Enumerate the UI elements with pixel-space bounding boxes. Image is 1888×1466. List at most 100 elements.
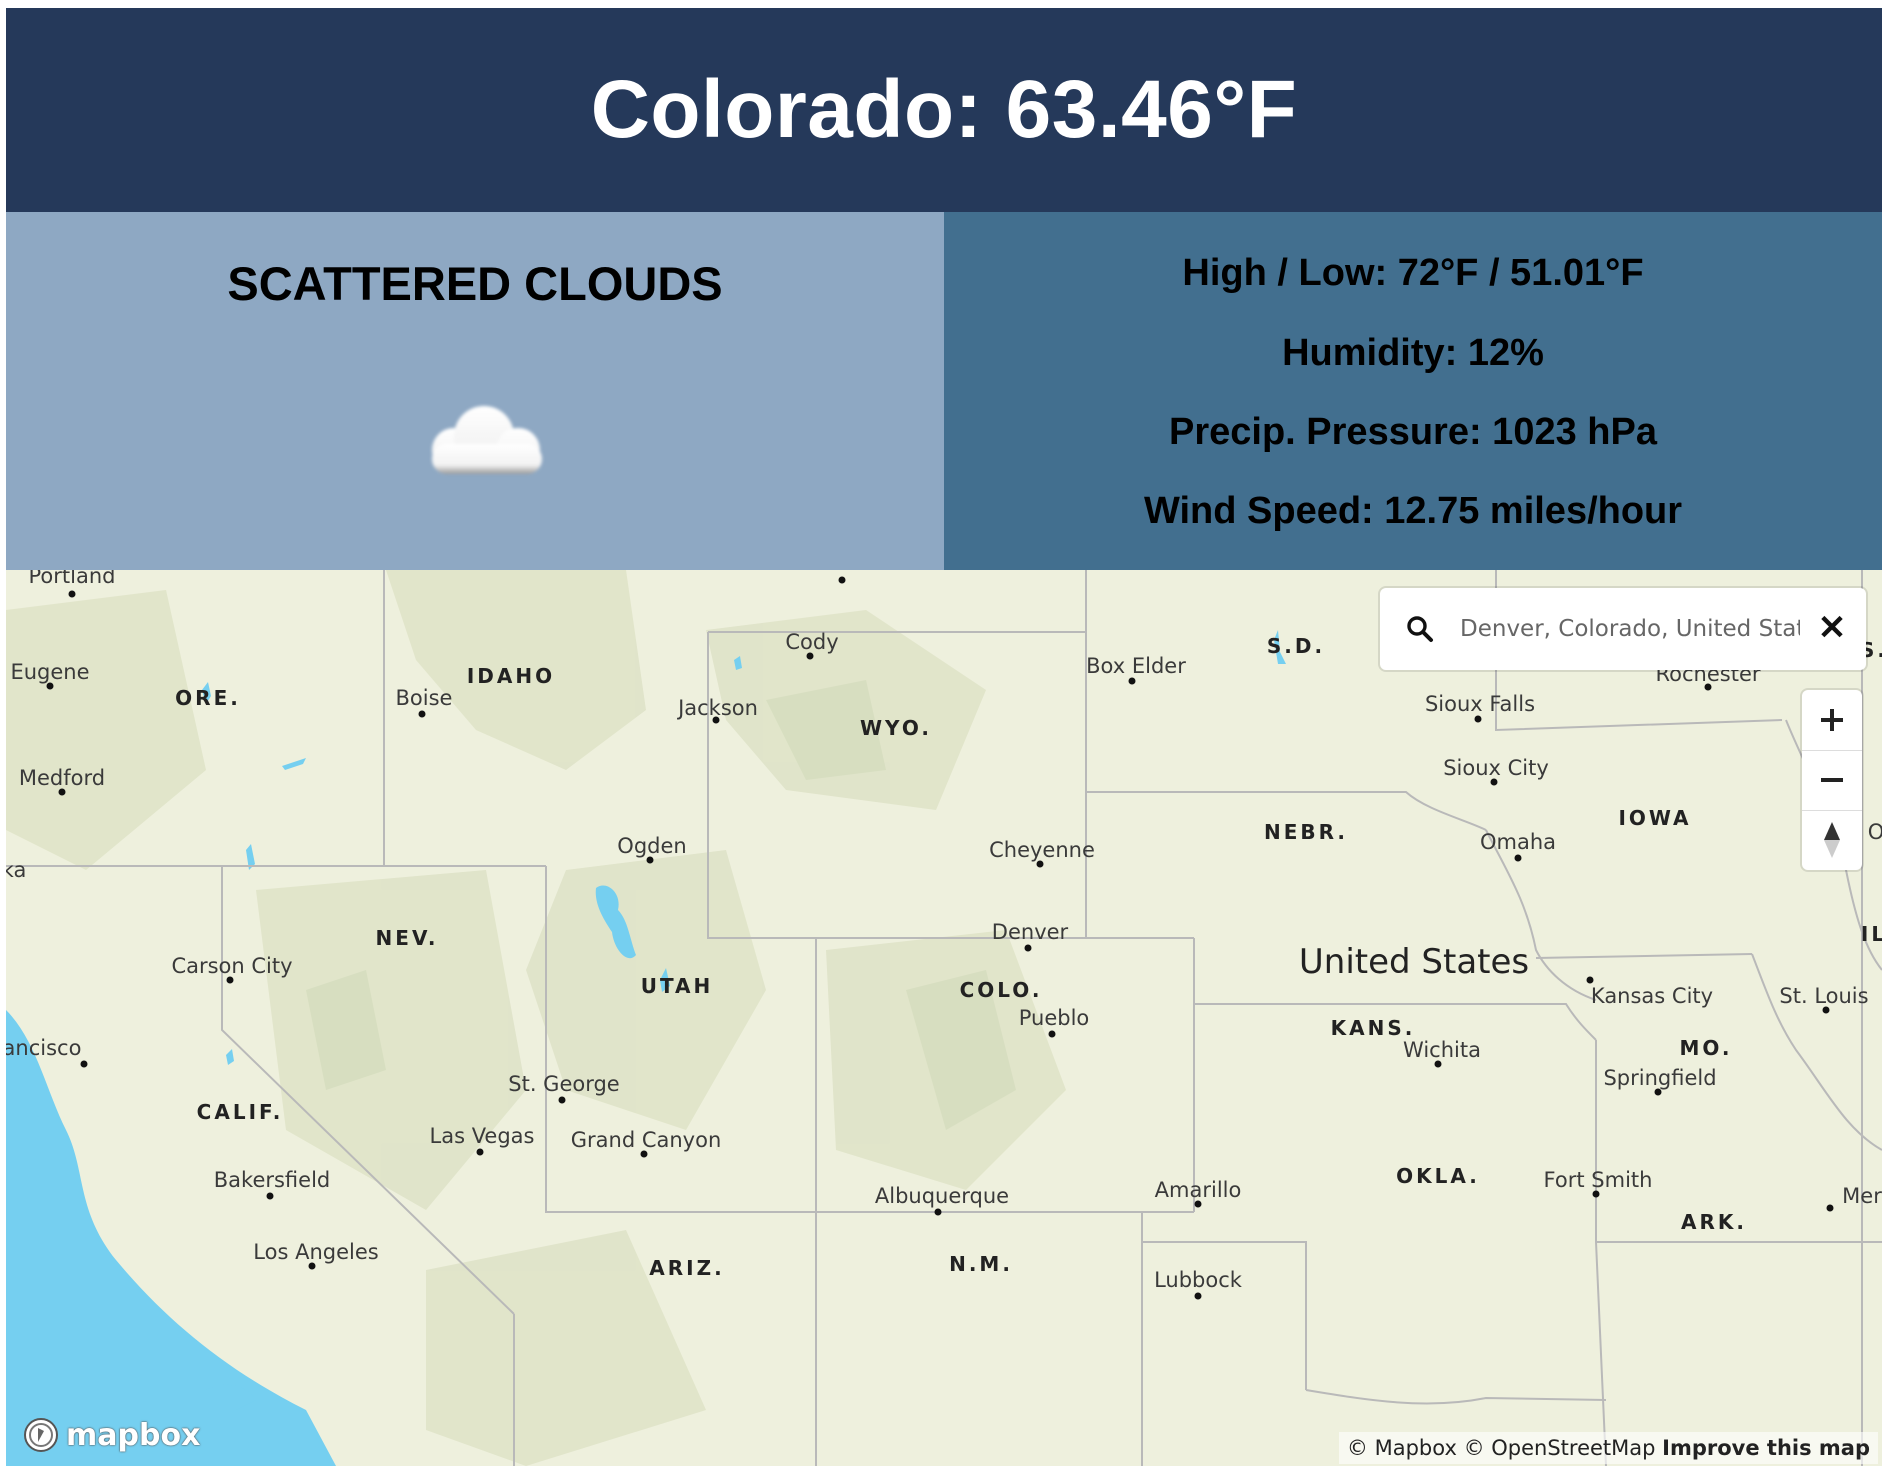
city-dot bbox=[308, 1262, 316, 1270]
city-label: Medford bbox=[18, 766, 106, 790]
city-dot bbox=[1490, 778, 1498, 786]
cloud-icon bbox=[410, 398, 554, 482]
city-dot bbox=[838, 576, 846, 584]
city-label: Wichita bbox=[1403, 1038, 1481, 1062]
city-dot bbox=[46, 682, 54, 690]
city-dot bbox=[476, 1148, 484, 1156]
city-dot bbox=[1048, 1030, 1056, 1038]
city-label: Cheyenne bbox=[989, 838, 1095, 862]
zoom-out-button[interactable] bbox=[1802, 750, 1862, 810]
city-label: Box Elder bbox=[1086, 654, 1186, 678]
state-label: IOWA bbox=[1618, 806, 1692, 830]
humidity-stat: Humidity: 12% bbox=[1282, 332, 1544, 374]
city-label: Denver bbox=[991, 920, 1069, 944]
city-dot bbox=[1514, 854, 1522, 862]
map-attribution: © Mapbox © OpenStreetMap Improve this ma… bbox=[1338, 1432, 1878, 1464]
wind-speed-stat: Wind Speed: 12.75 miles/hour bbox=[1143, 490, 1683, 532]
high-low-stat: High / Low: 72°F / 51.01°F bbox=[1182, 252, 1644, 294]
city-label: Boise bbox=[395, 686, 453, 710]
state-label: ARIZ. bbox=[649, 1256, 725, 1280]
city-dot bbox=[1474, 715, 1482, 723]
city-label: St. George bbox=[508, 1072, 620, 1096]
state-label: WYO. bbox=[860, 716, 932, 740]
city-dot bbox=[646, 856, 654, 864]
mapbox-attribution-link[interactable]: © Mapbox bbox=[1347, 1436, 1457, 1460]
city-label: St. Louis bbox=[1779, 984, 1869, 1008]
city-label: Sioux Falls bbox=[1424, 692, 1536, 716]
city-dot bbox=[1592, 1190, 1600, 1198]
city-dot bbox=[1036, 860, 1044, 868]
city-dot bbox=[712, 716, 720, 724]
zoom-in-button[interactable] bbox=[1802, 690, 1862, 750]
city-label: Mer bbox=[1842, 1184, 1882, 1208]
city-label: Bakersfield bbox=[213, 1168, 331, 1192]
city-dot bbox=[1194, 1200, 1202, 1208]
city-label: Los Angeles bbox=[253, 1240, 379, 1264]
state-label: CALIF. bbox=[196, 1100, 284, 1124]
city-label: ka bbox=[6, 858, 27, 882]
osm-attribution-link[interactable]: © OpenStreetMap bbox=[1464, 1436, 1656, 1460]
city-dot bbox=[1586, 976, 1594, 984]
city-label: Eugene bbox=[10, 660, 90, 684]
city-label: Kansas City bbox=[1590, 984, 1714, 1008]
state-label: ORE. bbox=[175, 686, 241, 710]
state-label: KANS. bbox=[1330, 1016, 1416, 1040]
city-label: Albuquerque bbox=[874, 1184, 1010, 1208]
city-label: Cody bbox=[785, 630, 839, 654]
city-label: Lubbock bbox=[1154, 1268, 1242, 1292]
state-label: COLO. bbox=[959, 978, 1043, 1002]
city-dot bbox=[1024, 944, 1032, 952]
mapbox-logo[interactable]: mapbox bbox=[22, 1414, 200, 1456]
city-label: O bbox=[1867, 820, 1882, 844]
city-dot bbox=[1128, 677, 1136, 685]
city-dot bbox=[1822, 1006, 1830, 1014]
city-label: Ogden bbox=[617, 834, 687, 858]
state-label: IDAHO bbox=[466, 664, 556, 688]
city-dot bbox=[1654, 1088, 1662, 1096]
state-label: N.M. bbox=[949, 1252, 1013, 1276]
pressure-stat: Precip. Pressure: 1023 hPa bbox=[1169, 411, 1657, 453]
compass-icon bbox=[1824, 822, 1840, 858]
search-icon bbox=[1404, 613, 1436, 645]
mapbox-logo-icon bbox=[24, 1418, 58, 1452]
city-dot bbox=[68, 590, 76, 598]
compass-button[interactable] bbox=[1802, 810, 1862, 870]
geocoder-search: ✕ bbox=[1380, 588, 1866, 670]
state-label: UTAH bbox=[640, 974, 714, 998]
city-dot bbox=[1194, 1292, 1202, 1300]
city-label: Portland bbox=[28, 570, 116, 588]
city-label: ancisco bbox=[6, 1036, 82, 1060]
city-label: Omaha bbox=[1479, 830, 1557, 854]
city-label: Sioux City bbox=[1443, 756, 1549, 780]
city-label: Grand Canyon bbox=[570, 1128, 722, 1152]
weather-description: SCATTERED CLOUDS bbox=[227, 257, 723, 310]
state-label: S.D. bbox=[1266, 634, 1326, 658]
stats-panel: High / Low: 72°F / 51.01°F Humidity: 12%… bbox=[944, 212, 1882, 570]
city-dot bbox=[266, 1192, 274, 1200]
weather-app: Colorado: 63.46°F SCATTERED CLOUDS High … bbox=[6, 8, 1882, 1466]
search-input[interactable] bbox=[1460, 610, 1800, 648]
map-basemap bbox=[6, 570, 1882, 1466]
navigation-control bbox=[1802, 690, 1862, 870]
city-label: Fort Smith bbox=[1543, 1168, 1653, 1192]
map[interactable]: United States IDAHO ORE. WYO. S.D. NEBR.… bbox=[6, 570, 1882, 1466]
city-dot bbox=[58, 788, 66, 796]
city-label: Amarillo bbox=[1154, 1178, 1242, 1202]
city-dot bbox=[1826, 1204, 1834, 1212]
state-label: NEBR. bbox=[1263, 820, 1349, 844]
city-label: Las Vegas bbox=[429, 1124, 535, 1148]
city-dot bbox=[806, 652, 814, 660]
close-icon[interactable]: ✕ bbox=[1812, 608, 1852, 648]
city-label: Carson City bbox=[171, 954, 293, 978]
conditions-panel: SCATTERED CLOUDS bbox=[6, 212, 944, 570]
mapbox-logo-text: mapbox bbox=[66, 1417, 201, 1453]
city-dot bbox=[934, 1208, 942, 1216]
zoom-out-icon bbox=[1821, 778, 1843, 782]
country-label: United States bbox=[1298, 942, 1530, 982]
improve-map-link[interactable]: Improve this map bbox=[1662, 1436, 1870, 1460]
city-dot bbox=[640, 1150, 648, 1158]
zoom-in-icon bbox=[1821, 709, 1843, 731]
city-label: Springfield bbox=[1603, 1066, 1717, 1090]
state-label: OKLA. bbox=[1396, 1164, 1480, 1188]
page-title: Colorado: 63.46°F bbox=[590, 64, 1298, 155]
